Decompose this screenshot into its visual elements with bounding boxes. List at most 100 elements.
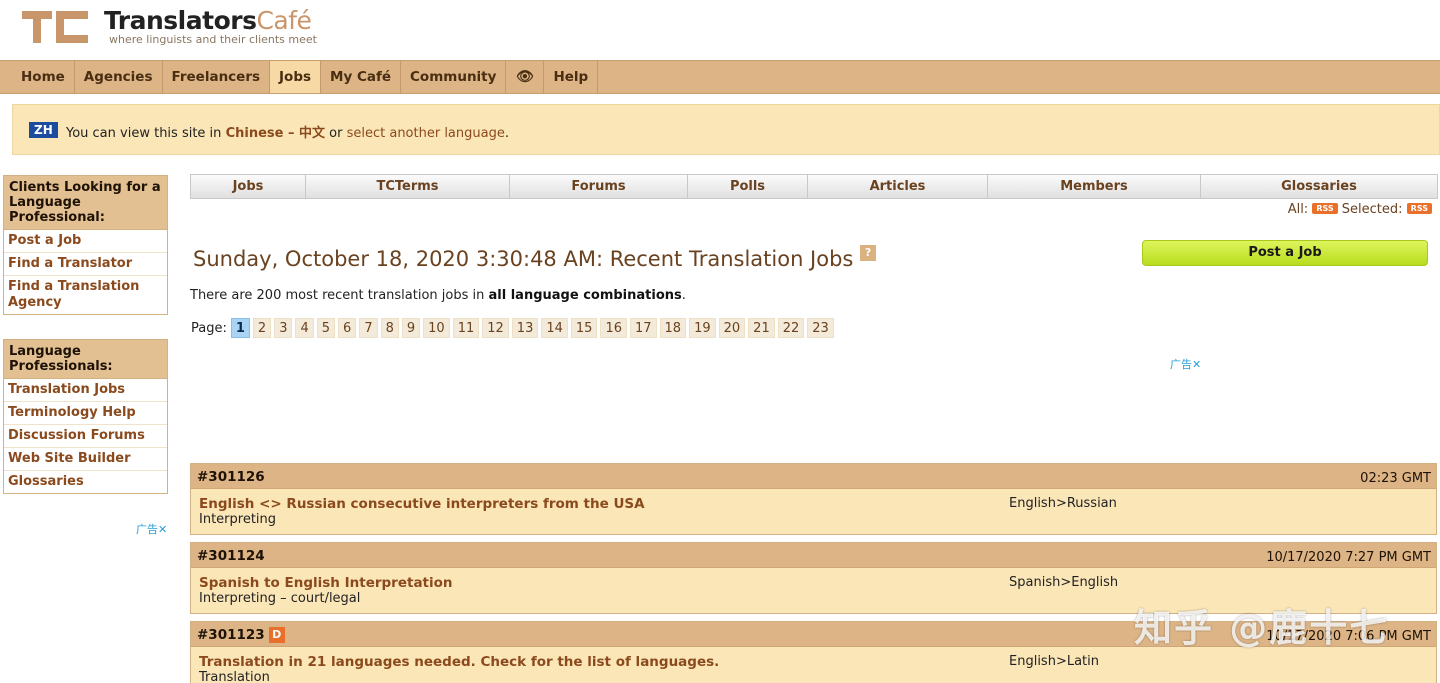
page-link[interactable]: 9 [401,318,421,338]
page-label: Page: [191,320,227,336]
page-link[interactable]: 2 [252,318,272,338]
job-header: #301126 02:23 GMT [191,464,1436,489]
language-badge: ZH [29,122,58,138]
page-link[interactable]: 17 [629,318,657,338]
rss-feeds: All: RSS Selected: RSS [1288,202,1432,217]
job-time: 02:23 GMT [1360,471,1431,486]
site-title[interactable]: TranslatorsCafé [104,6,312,35]
select-language-link[interactable]: select another language [347,126,505,141]
main-ad-close[interactable]: 广告✕ [1170,356,1201,372]
tab-members[interactable]: Members [988,175,1201,198]
tab-glossaries[interactable]: Glossaries [1201,175,1437,198]
tab-articles[interactable]: Articles [808,175,988,198]
page-link[interactable]: 4 [295,318,314,338]
page-link[interactable]: 22 [777,318,805,338]
page-title: Sunday, October 18, 2020 3:30:48 AM: Rec… [193,245,877,271]
job-time: 10/17/2020 7:27 PM GMT [1266,550,1431,565]
clients-sidebar-heading: Clients Looking for a Language Professio… [4,176,167,230]
page-link[interactable]: 12 [482,318,509,338]
clients-sidebar-box: Clients Looking for a Language Professio… [3,175,168,315]
page-link[interactable]: 18 [659,318,687,338]
site-title-main: Translators [104,6,257,35]
eye-icon[interactable]: 👁 [506,61,545,93]
summary-combinations: all language combinations [488,288,682,303]
sidebar-post-job[interactable]: Post a Job [4,230,167,252]
job-language-pair: Spanish>English [1009,575,1119,590]
summary-prefix: There are 200 most recent translation jo… [190,288,485,303]
page-link[interactable]: 7 [359,318,378,338]
page-link[interactable]: 10 [423,318,450,338]
nav-community[interactable]: Community [401,61,507,93]
language-banner: ZH You can view this site in Chinese – 中… [12,104,1440,155]
tab-jobs[interactable]: Jobs [191,175,306,198]
job-title-link[interactable]: Translation in 21 languages needed. Chec… [199,654,719,670]
sidebar-discussion-forums[interactable]: Discussion Forums [4,424,167,447]
page-link[interactable]: 13 [511,318,539,338]
site-tagline: where linguists and their clients meet [109,33,317,46]
page-link[interactable]: 5 [316,318,336,338]
nav-agencies[interactable]: Agencies [75,61,163,93]
page-link[interactable]: 21 [748,318,775,338]
sidebar-glossaries[interactable]: Glossaries [4,470,167,493]
job-id[interactable]: #301124 [197,548,265,564]
watermark: 知乎 @鹿十七 [1134,606,1390,650]
job-category: Translation [199,670,270,683]
nav-freelancers[interactable]: Freelancers [163,61,271,93]
sidebar-find-translator[interactable]: Find a Translator [4,252,167,275]
site-title-accent: Café [256,6,312,35]
language-suffix: . [504,126,509,141]
language-middle: or [329,126,343,141]
page-link[interactable]: 19 [689,318,716,338]
summary-suffix: . [681,288,686,303]
main-nav: Home Agencies Freelancers Jobs My Café C… [0,60,1440,94]
page-link[interactable]: 14 [541,318,568,338]
nav-jobs[interactable]: Jobs [270,61,322,93]
nav-my-cafe[interactable]: My Café [321,61,402,93]
rss-all-label: All: [1287,202,1309,217]
chinese-language-link[interactable]: Chinese – 中文 [226,126,325,141]
pros-sidebar-heading: Language Professionals: [4,340,167,379]
tab-forums[interactable]: Forums [510,175,688,198]
job-category: Interpreting [199,512,277,527]
sidebar-translation-jobs[interactable]: Translation Jobs [4,379,167,401]
page-link[interactable]: 11 [452,318,480,338]
jobs-summary: There are 200 most recent translation jo… [190,288,686,303]
job-language-pair: English>Russian [1009,496,1117,511]
page-link[interactable]: 8 [380,318,399,338]
sidebar-find-agency[interactable]: Find a Translation Agency [4,275,167,314]
job-card: #301126 02:23 GMT English <> Russian con… [190,463,1437,535]
rss-selected-label: Selected: [1341,202,1403,217]
page-link[interactable]: 3 [274,318,293,338]
tab-polls[interactable]: Polls [688,175,808,198]
help-icon[interactable]: ? [860,245,877,261]
job-id[interactable]: #301126 [197,469,265,485]
page-link[interactable]: 6 [338,318,357,338]
job-language-pair: English>Latin [1009,654,1099,669]
job-id[interactable]: #301123 D [197,627,285,643]
sidebar-ad-close[interactable]: 广告✕ [136,521,167,537]
job-title-link[interactable]: Spanish to English Interpretation [199,575,453,591]
page-title-text: Sunday, October 18, 2020 3:30:48 AM: Rec… [193,247,854,271]
pros-sidebar-box: Language Professionals: Translation Jobs… [3,339,168,494]
page-link[interactable]: 23 [807,318,834,338]
nav-home[interactable]: Home [12,61,75,93]
language-message: You can view this site in Chinese – 中文 o… [66,122,509,141]
page-current: 1 [230,318,250,338]
sidebar-terminology-help[interactable]: Terminology Help [4,401,167,424]
rss-selected-icon[interactable]: RSS [1406,203,1432,214]
post-job-button[interactable]: Post a Job [1142,240,1428,266]
page-link[interactable]: 20 [718,318,746,338]
nav-help[interactable]: Help [544,61,599,93]
sidebar-web-site-builder[interactable]: Web Site Builder [4,447,167,470]
page-link[interactable]: 15 [570,318,598,338]
tab-tcterms[interactable]: TCTerms [306,175,510,198]
job-category: Interpreting – court/legal [199,591,361,606]
pagination: Page: 1 2 3 4 5 6 7 8 9 10 11 12 13 14 1… [191,318,837,338]
page-link[interactable]: 16 [600,318,627,338]
job-id-text: #301123 [197,627,265,643]
site-header: TranslatorsCafé where linguists and thei… [0,0,1440,60]
tc-logo-icon[interactable] [22,11,88,43]
rss-all-icon[interactable]: RSS [1312,203,1338,214]
job-title-link[interactable]: English <> Russian consecutive interpret… [199,496,645,512]
direct-client-badge: D [268,627,285,643]
